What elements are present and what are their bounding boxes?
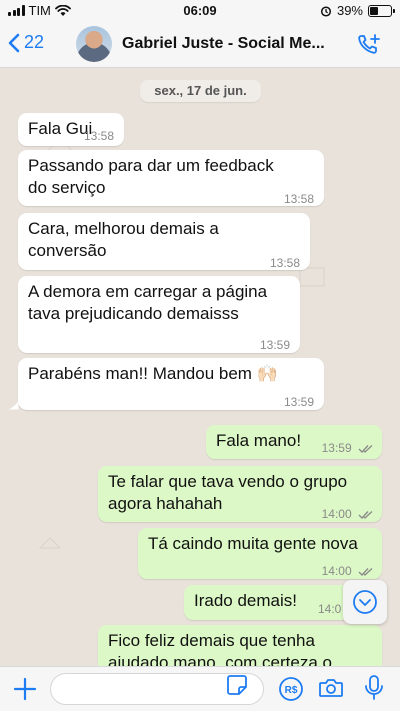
message-time-text: 14:00 xyxy=(321,564,352,578)
message-text: A demora em carregar a página tava preju… xyxy=(28,281,267,325)
message-text: Te falar que tava vendo o grupo agora ha… xyxy=(108,471,347,515)
message-bubble-incoming[interactable]: Fala Gui 13:58 xyxy=(18,113,124,146)
message-bubble-outgoing[interactable]: Fico feliz demais que tenha ajudado mano… xyxy=(98,625,382,666)
attach-button[interactable] xyxy=(12,676,38,707)
contact-name[interactable]: Gabriel Juste - Social Me... xyxy=(122,35,344,53)
add-call-icon xyxy=(358,34,380,54)
chat-header: 22 Gabriel Juste - Social Me... xyxy=(0,22,400,68)
message-line: do serviço xyxy=(28,178,106,197)
voice-record-button[interactable] xyxy=(363,674,385,707)
message-time: 13:59 xyxy=(322,437,374,459)
message-bubble-incoming[interactable]: Passando para dar um feedback do serviço… xyxy=(18,150,324,206)
date-separator: sex., 17 de jun. xyxy=(140,80,261,102)
svg-text:R$: R$ xyxy=(285,685,298,696)
composer-bar: R$ xyxy=(0,666,400,711)
message-text: Parabéns man!! Mandou bem 🙌🏻 xyxy=(28,364,278,383)
message-line: Passando para dar um feedback xyxy=(28,156,274,175)
message-line: tava prejudicando demaisss xyxy=(28,304,239,323)
sticker-icon xyxy=(227,675,247,695)
message-line: Te falar que tava vendo o grupo xyxy=(108,472,348,491)
battery-percent: 39% xyxy=(336,3,363,18)
payment-button[interactable]: R$ xyxy=(278,676,304,707)
message-time: 13:58 xyxy=(83,129,114,143)
chevron-left-icon xyxy=(8,33,20,52)
message-text: Fala mano! xyxy=(216,431,302,450)
message-time: 14:00 xyxy=(322,503,374,525)
sticker-button[interactable] xyxy=(226,674,248,701)
microphone-icon xyxy=(365,675,383,700)
read-checks-icon xyxy=(358,444,373,453)
bubble-tail xyxy=(8,400,19,410)
message-time-text: 13:59 xyxy=(321,441,352,455)
battery-fill xyxy=(370,6,378,15)
message-time: 13:59 xyxy=(283,395,314,409)
read-checks-icon xyxy=(358,567,373,576)
chevron-down-icon xyxy=(353,590,377,614)
avatar[interactable] xyxy=(76,26,112,62)
message-line: agora hahahah xyxy=(108,494,223,513)
message-text: Irado demais! xyxy=(194,591,297,610)
message-text: Tá caindo muita gente nova xyxy=(148,534,358,553)
plus-icon xyxy=(13,677,37,701)
message-time: 14:0 xyxy=(318,602,342,616)
message-line: conversão xyxy=(28,241,107,260)
message-line: ajudado mano, com certeza o xyxy=(108,653,332,666)
camera-icon xyxy=(319,679,343,697)
camera-button[interactable] xyxy=(318,677,344,704)
message-time-text: 14:00 xyxy=(321,507,352,521)
message-bubble-incoming[interactable]: Parabéns man!! Mandou bem 🙌🏻 13:59 xyxy=(18,358,324,410)
status-bar: TIM 06:09 39% xyxy=(0,0,400,22)
message-bubble-outgoing[interactable]: Tá caindo muita gente nova 14:00 xyxy=(138,528,382,579)
message-line: Cara, melhorou demais a xyxy=(28,219,219,238)
message-time: 13:58 xyxy=(283,192,314,206)
message-text: Cara, melhorou demais a conversão xyxy=(28,218,219,262)
battery-icon xyxy=(368,4,395,17)
message-bubble-outgoing[interactable]: Fala mano! 13:59 xyxy=(206,425,382,459)
back-count: 22 xyxy=(24,32,45,52)
message-line: Fico feliz demais que tenha xyxy=(108,631,315,650)
message-list[interactable]: sex., 17 de jun. Fala Gui 13:58 Passando… xyxy=(0,68,400,666)
message-line: A demora em carregar a página xyxy=(28,282,268,301)
back-button[interactable]: 22 xyxy=(8,32,44,53)
message-time: 13:58 xyxy=(269,256,300,270)
message-time: 14:00 xyxy=(322,560,374,582)
status-right: 39% xyxy=(320,3,395,18)
read-checks-icon xyxy=(358,510,373,519)
alarm-icon xyxy=(320,5,332,17)
scroll-to-bottom-button[interactable] xyxy=(343,580,387,624)
message-text: Fala Gui xyxy=(28,119,93,138)
message-bubble-incoming[interactable]: A demora em carregar a página tava preju… xyxy=(18,276,300,353)
add-call-button[interactable] xyxy=(356,32,382,63)
message-text: Fico feliz demais que tenha ajudado mano… xyxy=(108,630,332,666)
message-time: 13:59 xyxy=(259,338,290,352)
message-bubble-incoming[interactable]: Cara, melhorou demais a conversão 13:58 xyxy=(18,213,310,270)
pay-icon: R$ xyxy=(279,677,303,701)
message-text: Passando para dar um feedback do serviço xyxy=(28,155,274,199)
message-bubble-outgoing[interactable]: Te falar que tava vendo o grupo agora ha… xyxy=(98,466,382,522)
